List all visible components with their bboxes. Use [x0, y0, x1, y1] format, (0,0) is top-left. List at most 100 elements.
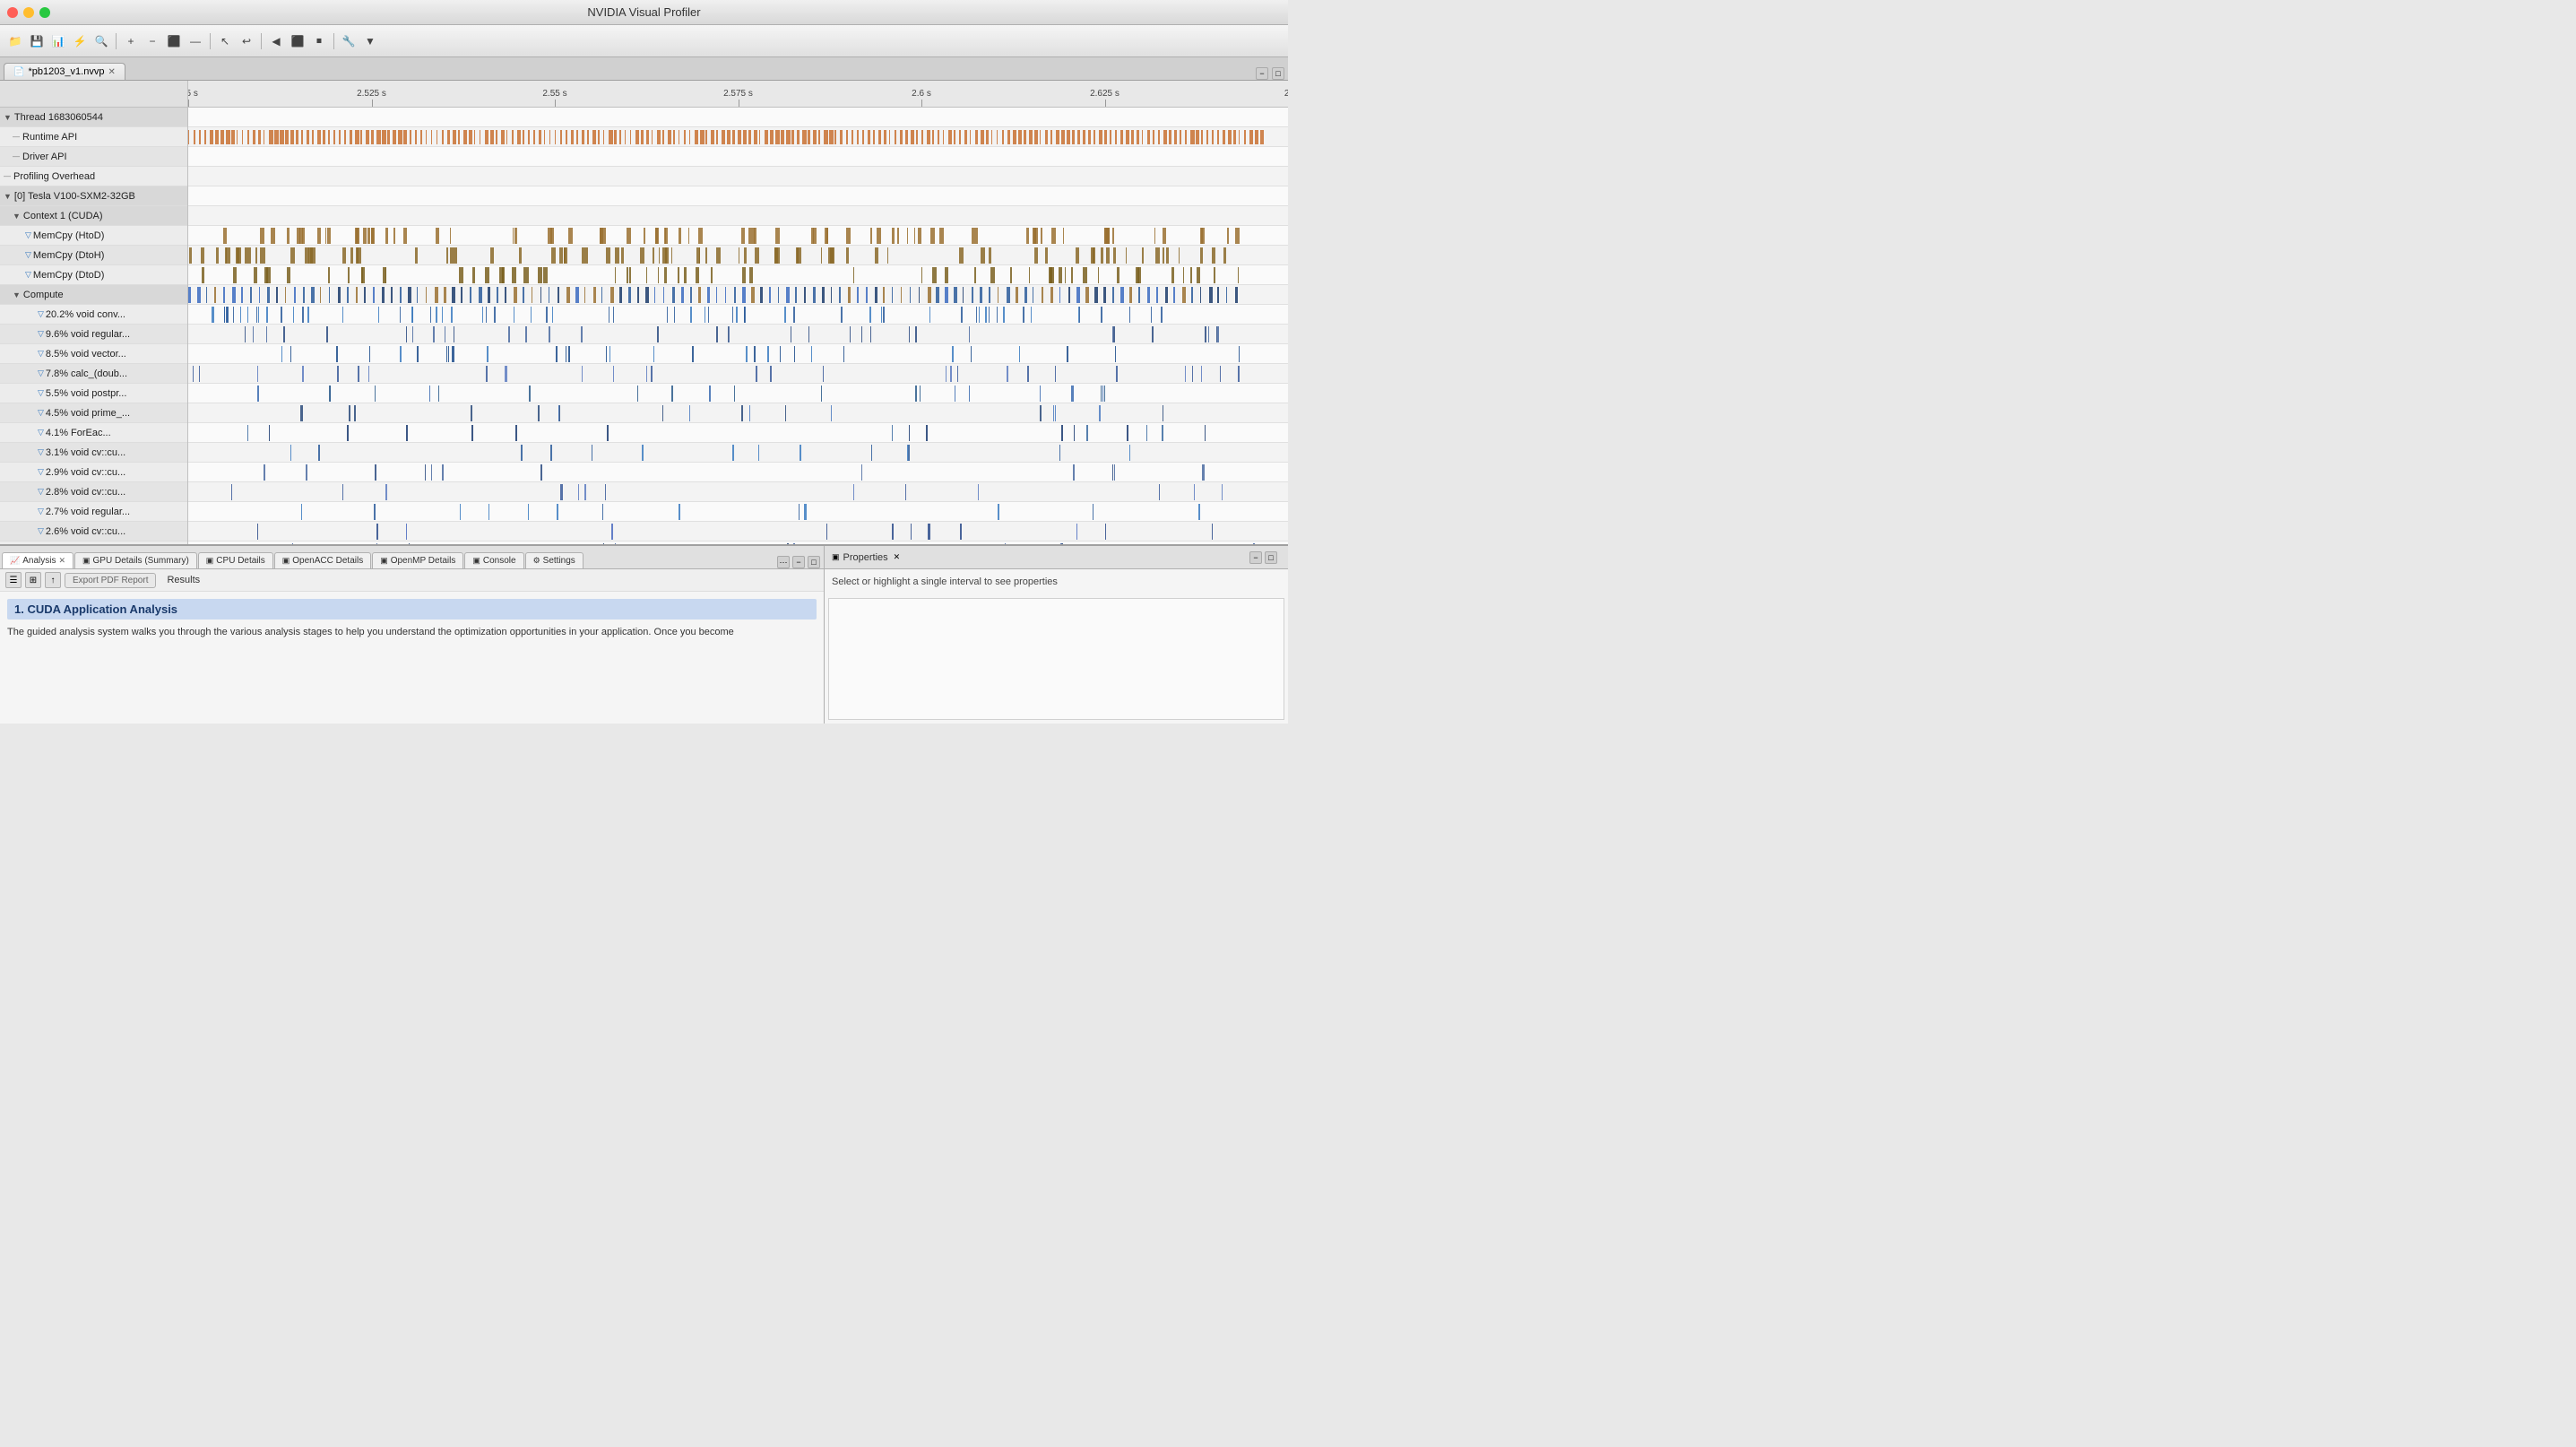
toolbar-stop-btn[interactable]: ⏹ — [309, 31, 329, 51]
timeline-row-3[interactable] — [188, 167, 1288, 186]
analysis-table-btn[interactable]: ⊞ — [25, 572, 41, 588]
timeline-row-15[interactable] — [188, 403, 1288, 423]
timeline-bar — [729, 326, 730, 342]
minimize-button[interactable] — [23, 7, 34, 18]
timeline-row-12[interactable] — [188, 344, 1288, 364]
toolbar-back-btn[interactable]: ◀ — [266, 31, 286, 51]
timeline-row-17[interactable] — [188, 443, 1288, 463]
timeline-row-22[interactable] — [188, 542, 1288, 544]
tab-openmp[interactable]: ▣ OpenMP Details — [372, 552, 463, 568]
timeline-bar — [786, 287, 790, 303]
timeline-row-19[interactable] — [188, 482, 1288, 502]
analysis-list-btn[interactable]: ☰ — [5, 572, 22, 588]
timeline-bar — [627, 228, 631, 244]
analysis-up-btn[interactable]: ↑ — [45, 572, 61, 588]
timeline-row-10[interactable] — [188, 305, 1288, 325]
toolbar-rec-btn[interactable]: ⬛ — [288, 31, 307, 51]
timeline-bar — [446, 346, 448, 362]
toolbar-save-btn[interactable]: 💾 — [27, 31, 47, 51]
expand-context-icon[interactable]: ▼ — [13, 212, 21, 221]
toolbar-select-btn[interactable]: ↩ — [237, 31, 256, 51]
timeline-bar — [945, 287, 948, 303]
maximize-view-btn[interactable]: □ — [1272, 67, 1284, 80]
tab-cpu-details[interactable]: ▣ CPU Details — [198, 552, 273, 568]
toolbar-zoom-minus-btn[interactable]: − — [143, 31, 162, 51]
timeline-bar — [985, 307, 987, 323]
analysis-more-btn[interactable]: ⋯ — [777, 556, 790, 568]
timeline-row-6[interactable] — [188, 226, 1288, 246]
results-tab[interactable]: Results — [160, 573, 207, 587]
timeline-row-21[interactable] — [188, 522, 1288, 542]
timeline-row-13[interactable] — [188, 364, 1288, 384]
timeline-row-20[interactable] — [188, 502, 1288, 522]
tab-settings[interactable]: ⚙ Settings — [525, 552, 583, 568]
timeline-bar — [564, 247, 567, 264]
track-label-compute[interactable]: ▼ Compute — [0, 285, 187, 305]
timeline-row-0[interactable] — [188, 108, 1288, 127]
timeline-bar — [1197, 267, 1200, 283]
timeline-row-1[interactable] — [188, 127, 1288, 147]
timeline-row-16[interactable] — [188, 423, 1288, 443]
timeline-bar — [329, 287, 330, 303]
track-label-context[interactable]: ▼ Context 1 (CUDA) — [0, 206, 187, 226]
timeline-bar — [659, 247, 660, 264]
minimize-view-btn[interactable]: − — [1256, 67, 1268, 80]
tab-console[interactable]: ▣ Console — [464, 552, 523, 568]
timeline-bar — [318, 445, 320, 461]
tab-close-icon[interactable]: ✕ — [108, 67, 115, 77]
timeline-row-5[interactable] — [188, 206, 1288, 226]
toolbar-zoom-in-btn[interactable]: 🔍 — [91, 31, 111, 51]
track-label-gpu[interactable]: ▼ [0] Tesla V100-SXM2-32GB — [0, 186, 187, 206]
timeline-row-2[interactable] — [188, 147, 1288, 167]
timeline-bar — [224, 307, 226, 323]
toolbar-zoom-plus-btn[interactable]: + — [121, 31, 141, 51]
track-label-thread[interactable]: ▼ Thread 1683060544 — [0, 108, 187, 127]
tab-analysis[interactable]: 📈 Analysis ✕ — [2, 552, 73, 568]
track-label-kernel-7: ▽ 3.1% void cv::cu... — [0, 443, 187, 463]
timeline-bar — [356, 228, 359, 244]
window-controls[interactable] — [7, 7, 50, 18]
timeline-row-18[interactable] — [188, 463, 1288, 482]
maximize-button[interactable] — [39, 7, 50, 18]
timeline-row-14[interactable] — [188, 384, 1288, 403]
close-button[interactable] — [7, 7, 18, 18]
export-pdf-btn[interactable]: Export PDF Report — [65, 573, 156, 588]
toolbar-cursor-btn[interactable]: ↖ — [215, 31, 235, 51]
expand-thread-icon[interactable]: ▼ — [4, 113, 12, 122]
properties-close-icon[interactable]: ✕ — [894, 552, 901, 562]
timeline-bar — [1103, 287, 1106, 303]
expand-compute-icon[interactable]: ▼ — [13, 290, 21, 299]
analysis-min-btn[interactable]: − — [792, 556, 805, 568]
document-tab[interactable]: 📄 *pb1203_v1.nvvp ✕ — [4, 63, 125, 80]
tab-analysis-close[interactable]: ✕ — [58, 556, 65, 566]
timeline-bar — [409, 543, 410, 544]
toolbar-profile-btn[interactable]: ⚡ — [70, 31, 90, 51]
expand-gpu-icon[interactable]: ▼ — [4, 192, 12, 201]
tab-openacc[interactable]: ▣ OpenACC Details — [274, 552, 371, 568]
toolbar-zoom-fit-btn[interactable]: ⬛ — [164, 31, 184, 51]
toolbar-chart-btn[interactable]: 📊 — [48, 31, 68, 51]
props-min-btn[interactable]: − — [1249, 551, 1262, 564]
toolbar-down-btn[interactable]: ▼ — [360, 31, 380, 51]
analysis-max-btn[interactable]: □ — [808, 556, 820, 568]
timeline-bar — [871, 445, 872, 461]
timeline-row-8[interactable] — [188, 265, 1288, 285]
timeline-row-4[interactable] — [188, 186, 1288, 206]
timeline-bar — [971, 346, 972, 362]
props-max-btn[interactable]: □ — [1265, 551, 1277, 564]
timeline-bar — [1249, 130, 1253, 144]
bottom-panel: 📈 Analysis ✕ ▣ GPU Details (Summary) ▣ C… — [0, 544, 1288, 724]
toolbar-dash-btn[interactable]: — — [186, 31, 205, 51]
tab-openmp-label: OpenMP Details — [391, 556, 456, 566]
toolbar-settings-btn[interactable]: 🔧 — [339, 31, 359, 51]
timeline-row-7[interactable] — [188, 246, 1288, 265]
timeline-row-11[interactable] — [188, 325, 1288, 344]
timeline-bar — [576, 130, 578, 144]
timeline-bar — [1226, 287, 1227, 303]
timeline-bar — [744, 247, 747, 264]
timeline-bar — [1040, 386, 1041, 402]
timeline-row-9[interactable] — [188, 285, 1288, 305]
toolbar-file-btn[interactable]: 📁 — [5, 31, 25, 51]
tab-gpu-details[interactable]: ▣ GPU Details (Summary) — [74, 552, 197, 568]
timeline-canvas[interactable]: 2.5 s2.525 s2.55 s2.575 s2.6 s2.625 s2. — [188, 81, 1288, 544]
